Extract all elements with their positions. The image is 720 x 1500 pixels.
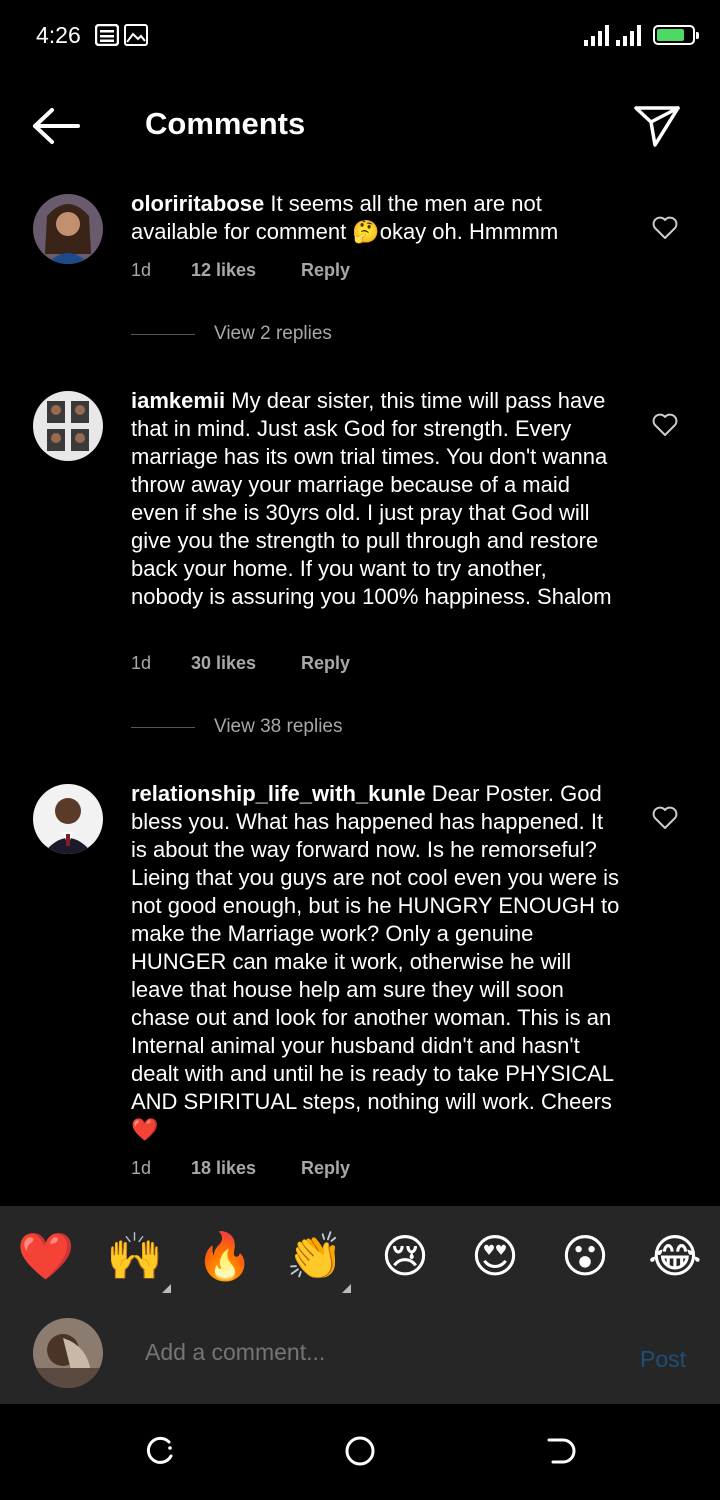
comment-content: Dear Poster. God bless you. What has hap… xyxy=(131,781,620,1142)
emoji-raising-hands[interactable]: 🙌 xyxy=(105,1228,165,1284)
skin-tone-indicator xyxy=(342,1284,351,1293)
like-button[interactable] xyxy=(652,806,678,830)
status-bar: 4:26 xyxy=(0,0,720,70)
view-replies-button[interactable]: View 38 replies xyxy=(131,716,343,738)
signal-icon xyxy=(584,24,609,46)
comment-input[interactable] xyxy=(145,1339,605,1366)
recents-icon xyxy=(143,1436,177,1472)
signal-icon-2 xyxy=(616,24,641,46)
arrow-left-icon xyxy=(30,108,82,150)
comment-likes[interactable]: 18 likes xyxy=(191,1158,301,1179)
emoji-fire[interactable]: 🔥 xyxy=(195,1228,255,1284)
recents-button[interactable] xyxy=(143,1434,177,1468)
system-nav-bar xyxy=(0,1404,720,1500)
divider-line xyxy=(131,333,195,335)
comment-time: 1d xyxy=(131,1158,152,1178)
divider-line xyxy=(131,726,195,728)
avatar[interactable] xyxy=(33,391,103,461)
home-button[interactable] xyxy=(343,1434,377,1468)
comment-time: 1d xyxy=(131,260,152,280)
battery-fill xyxy=(657,29,685,41)
current-user-avatar xyxy=(33,1318,103,1388)
heart-outline-icon xyxy=(652,216,678,244)
avatar[interactable] xyxy=(33,194,103,264)
reply-button[interactable]: Reply xyxy=(301,260,350,281)
header: Comments xyxy=(0,90,720,160)
comment-username[interactable]: relationship_life_with_kunle xyxy=(131,781,426,806)
emoji-quick-reactions: ❤️ 🙌 🔥 👏 😢 😍 😮 😂 xyxy=(0,1206,720,1306)
paper-plane-icon xyxy=(633,106,681,152)
home-icon xyxy=(343,1436,377,1472)
like-button[interactable] xyxy=(652,216,678,240)
emoji-red-heart[interactable]: ❤️ xyxy=(16,1228,76,1284)
emoji-surprised-face[interactable]: 😮 xyxy=(555,1228,615,1284)
comment-username[interactable]: oloriritabose xyxy=(131,191,264,216)
view-replies-label: View 2 replies xyxy=(214,323,332,344)
comment-meta: 1d 18 likes Reply xyxy=(131,1158,350,1179)
comment-text: iamkemii My dear sister, this time will … xyxy=(131,387,621,611)
comment-meta: 1d 30 likes Reply xyxy=(131,653,350,674)
back-button[interactable] xyxy=(30,106,82,146)
view-replies-button[interactable]: View 2 replies xyxy=(131,323,332,345)
gallery-icon xyxy=(124,24,148,51)
reply-button[interactable]: Reply xyxy=(301,653,350,674)
comment-likes[interactable]: 12 likes xyxy=(191,260,301,281)
avatar[interactable] xyxy=(33,784,103,854)
page-title: Comments xyxy=(145,106,306,141)
comment-time: 1d xyxy=(131,653,152,673)
emoji-crying-face[interactable]: 😢 xyxy=(375,1228,435,1284)
heart-outline-icon xyxy=(652,806,678,834)
back-icon xyxy=(543,1438,577,1472)
reply-button[interactable]: Reply xyxy=(301,1158,350,1179)
post-button[interactable]: Post xyxy=(640,1346,686,1373)
comment-username[interactable]: iamkemii xyxy=(131,388,225,413)
share-button[interactable] xyxy=(633,104,681,148)
heart-outline-icon xyxy=(652,413,678,441)
skin-tone-indicator xyxy=(162,1284,171,1293)
emoji-clapping-hands[interactable]: 👏 xyxy=(285,1228,345,1284)
emoji-tears-of-joy[interactable]: 😂 xyxy=(645,1228,705,1284)
comment-composer: Post xyxy=(0,1306,720,1404)
status-time: 4:26 xyxy=(36,22,81,48)
comment-meta: 1d 12 likes Reply xyxy=(131,260,350,281)
comment-content: My dear sister, this time will pass have… xyxy=(131,388,612,609)
system-back-button[interactable] xyxy=(543,1434,577,1468)
battery-icon xyxy=(653,25,699,45)
comment-likes[interactable]: 30 likes xyxy=(191,653,301,674)
comment-text: oloriritabose It seems all the men are n… xyxy=(131,190,621,246)
comment-text: relationship_life_with_kunle Dear Poster… xyxy=(131,780,621,1144)
emoji-heart-eyes[interactable]: 😍 xyxy=(465,1228,525,1284)
like-button[interactable] xyxy=(652,413,678,437)
notification-icon xyxy=(94,23,120,51)
view-replies-label: View 38 replies xyxy=(214,716,343,737)
